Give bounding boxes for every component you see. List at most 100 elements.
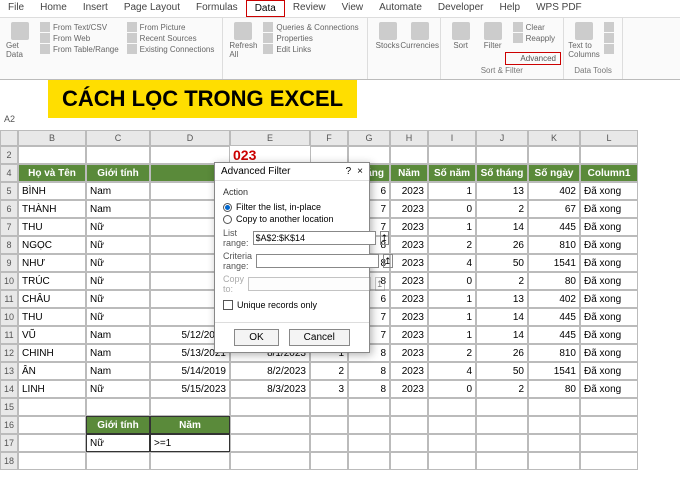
col-header[interactable]: Số tháng (476, 164, 528, 182)
cell[interactable] (348, 452, 390, 470)
cell-sothang[interactable]: 26 (476, 236, 528, 254)
cell[interactable] (230, 416, 310, 434)
col-header[interactable]: Giới tính (86, 164, 150, 182)
cell[interactable] (390, 398, 428, 416)
cell-status[interactable]: Đã xong (580, 236, 638, 254)
cell-sonam[interactable]: 1 (428, 308, 476, 326)
tab-view[interactable]: View (334, 0, 372, 17)
dialog-titlebar[interactable]: Advanced Filter ? × (215, 163, 369, 181)
radio-inplace[interactable]: Filter the list, in-place (223, 201, 361, 213)
row-header[interactable]: 11 (0, 290, 18, 308)
cell-sonam[interactable]: 2 (428, 236, 476, 254)
col-F[interactable]: F (310, 130, 348, 146)
row-header[interactable]: 16 (0, 416, 18, 434)
tab-home[interactable]: Home (32, 0, 75, 17)
tab-help[interactable]: Help (492, 0, 529, 17)
cell-name[interactable]: ÂN (18, 362, 86, 380)
cell-sothang[interactable]: 14 (476, 308, 528, 326)
col-K[interactable]: K (528, 130, 580, 146)
select-all-corner[interactable] (0, 130, 18, 146)
cell[interactable] (150, 452, 230, 470)
col-header[interactable]: Column1 (580, 164, 638, 182)
cell-sex[interactable]: Nữ (86, 254, 150, 272)
cell[interactable] (476, 434, 528, 452)
row-header[interactable]: 15 (0, 398, 18, 416)
cell-sothang[interactable]: 2 (476, 200, 528, 218)
reapply-button[interactable]: Reapply (511, 33, 557, 43)
cell-name[interactable]: VŨ (18, 326, 86, 344)
cell[interactable] (428, 146, 476, 164)
cell[interactable] (18, 452, 86, 470)
cell-sothang[interactable]: 13 (476, 182, 528, 200)
tab-review[interactable]: Review (285, 0, 334, 17)
cell-status[interactable]: Đã xong (580, 308, 638, 326)
row-header[interactable]: 13 (0, 362, 18, 380)
from-web-button[interactable]: From Web (38, 33, 121, 43)
row-header[interactable]: 8 (0, 236, 18, 254)
cell-sothang[interactable]: 2 (476, 380, 528, 398)
cell-name[interactable]: BÌNH (18, 182, 86, 200)
row-header[interactable]: 10 (0, 308, 18, 326)
cell-songay[interactable]: 445 (528, 326, 580, 344)
tab-data[interactable]: Data (246, 0, 285, 17)
cell-sex[interactable]: Nữ (86, 290, 150, 308)
cell-songay[interactable]: 1541 (528, 254, 580, 272)
tab-formulas[interactable]: Formulas (188, 0, 246, 17)
radio-copy[interactable]: Copy to another location (223, 213, 361, 225)
cell-songay[interactable]: 67 (528, 200, 580, 218)
range-picker-icon[interactable]: ↥ (380, 231, 390, 245)
cell-sex[interactable]: Nam (86, 200, 150, 218)
cell-songay[interactable]: 80 (528, 272, 580, 290)
from-text-button[interactable]: From Text/CSV (38, 22, 121, 32)
row-header[interactable]: 17 (0, 434, 18, 452)
cell-status[interactable]: Đã xong (580, 182, 638, 200)
filter-button[interactable]: Filter (479, 22, 507, 50)
cell[interactable] (310, 416, 348, 434)
cell-nam[interactable]: 2023 (390, 182, 428, 200)
cell-songay[interactable]: 445 (528, 308, 580, 326)
criteria-range-input[interactable] (256, 254, 379, 268)
cell[interactable] (528, 434, 580, 452)
cell[interactable] (150, 398, 230, 416)
cell-sothang[interactable]: 50 (476, 254, 528, 272)
help-button[interactable]: ? (346, 166, 352, 177)
from-table-button[interactable]: From Table/Range (38, 44, 121, 54)
cell-sonam[interactable]: 1 (428, 182, 476, 200)
cell-status[interactable]: Đã xong (580, 290, 638, 308)
cell-songay[interactable]: 810 (528, 344, 580, 362)
cell-sex[interactable]: Nam (86, 344, 150, 362)
cell-sex[interactable]: Nam (86, 326, 150, 344)
row-header[interactable]: 7 (0, 218, 18, 236)
cell-sonam[interactable]: 1 (428, 290, 476, 308)
col-header[interactable]: Năm (390, 164, 428, 182)
cell-songay[interactable]: 1541 (528, 362, 580, 380)
existing-conn-button[interactable]: Existing Connections (125, 44, 217, 54)
cell[interactable] (528, 146, 580, 164)
cell-sonam[interactable]: 0 (428, 272, 476, 290)
cell[interactable] (528, 398, 580, 416)
cell-sothang[interactable]: 13 (476, 290, 528, 308)
criteria-value[interactable]: >=1 (150, 434, 230, 452)
cell[interactable] (580, 434, 638, 452)
col-header[interactable]: Số ngày (528, 164, 580, 182)
cell[interactable] (86, 452, 150, 470)
cell-nam[interactable]: 2023 (390, 236, 428, 254)
sort-button[interactable]: Sort (447, 22, 475, 50)
cell-nam[interactable]: 2023 (390, 200, 428, 218)
cell-nam[interactable]: 2023 (390, 290, 428, 308)
cell-name[interactable]: THU (18, 308, 86, 326)
cell[interactable] (580, 146, 638, 164)
cell-nam[interactable]: 2023 (390, 362, 428, 380)
cell-status[interactable]: Đã xong (580, 326, 638, 344)
col-D[interactable]: D (150, 130, 230, 146)
text-to-columns-button[interactable]: Text to Columns (570, 22, 598, 59)
cell-status[interactable]: Đã xong (580, 362, 638, 380)
queries-button[interactable]: Queries & Connections (261, 22, 360, 32)
cell-nam[interactable]: 2023 (390, 272, 428, 290)
cell-ngay[interactable]: 2 (310, 362, 348, 380)
tool1[interactable] (602, 22, 616, 32)
cell[interactable] (310, 452, 348, 470)
cell-nam[interactable]: 2023 (390, 308, 428, 326)
cell-sex[interactable]: Nữ (86, 272, 150, 290)
cell-sothang[interactable]: 14 (476, 218, 528, 236)
